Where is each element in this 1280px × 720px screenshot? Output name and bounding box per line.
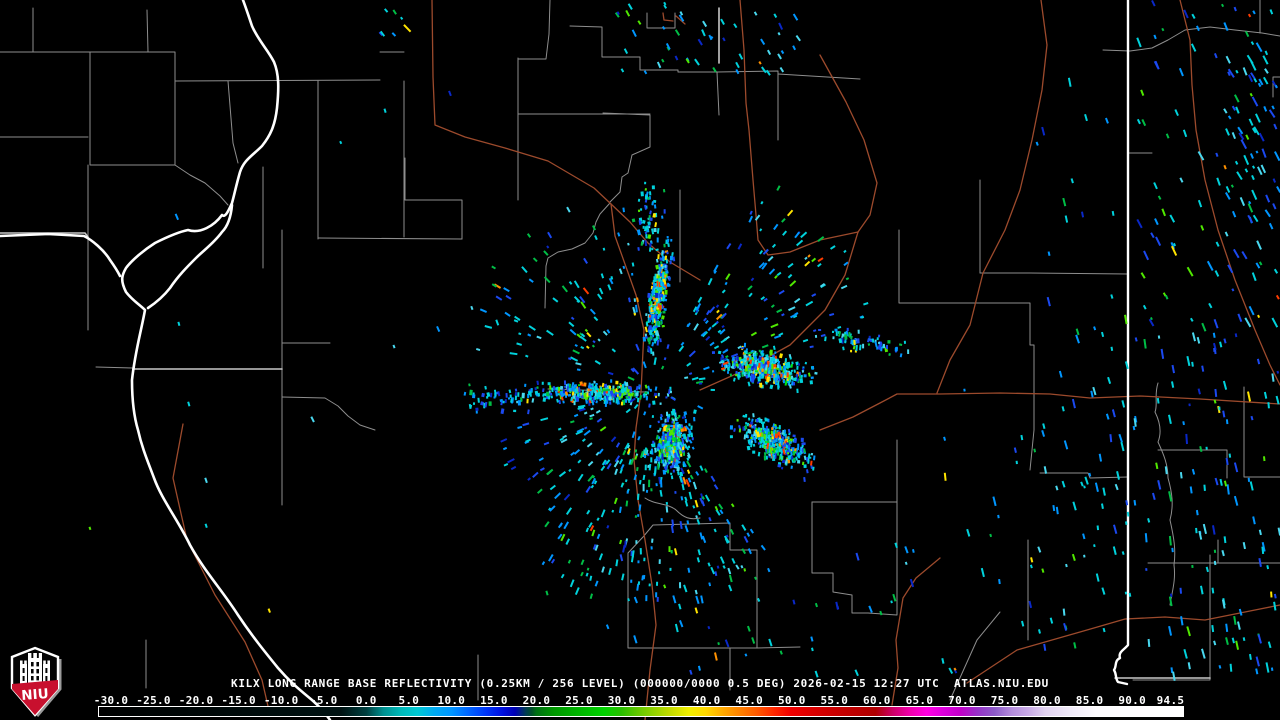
- radar-map: [0, 0, 1280, 720]
- county-lines: [0, 0, 1280, 701]
- state-border-wabash: [1112, 0, 1130, 686]
- product-caption: KILX LONG RANGE BASE REFLECTIVITY (0.25K…: [231, 677, 1049, 690]
- logo-text: NIU: [21, 686, 49, 704]
- reflectivity-colorbar: [98, 706, 1184, 717]
- radar-echoes: [88, 0, 1280, 681]
- radar-viewer: KILX LONG RANGE BASE REFLECTIVITY (0.25K…: [0, 0, 1280, 720]
- river-illinois: [0, 0, 332, 720]
- niu-logo: NIU: [10, 646, 62, 717]
